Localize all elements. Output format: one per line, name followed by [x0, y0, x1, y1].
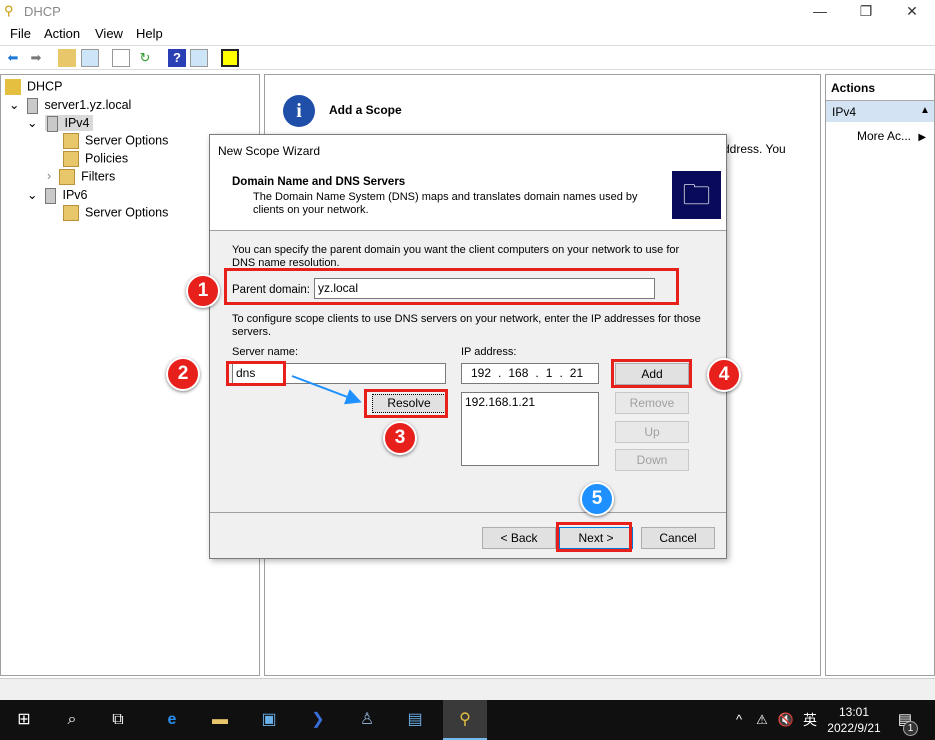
volume-muted-icon[interactable]: 🔇	[774, 708, 798, 732]
internet-explorer-icon[interactable]: e	[160, 708, 184, 732]
clock[interactable]: 13:01 2022/9/21	[822, 704, 886, 736]
step-badge-2: 2	[166, 357, 200, 391]
step-badge-1: 1	[186, 274, 220, 308]
clock-time: 13:01	[838, 705, 870, 719]
network-warning-icon[interactable]: ⚠	[750, 708, 774, 732]
annotation-arrow	[291, 375, 362, 405]
ime-indicator[interactable]: 英	[798, 708, 822, 732]
step-badge-4: 4	[707, 358, 741, 392]
dhcp-taskbar-icon[interactable]: ⚲	[443, 700, 487, 740]
network-tool-icon[interactable]: ♙	[355, 708, 379, 732]
start-windows-icon[interactable]: ⊞	[12, 708, 36, 732]
taskbar: ⊞ ⌕ ⧉ e ▬ ▣ ❯ ♙ ▤ ⚲ ^ ⚠ 🔇 英 13:01 2022/9…	[0, 700, 935, 740]
step-badge-3: 3	[383, 421, 417, 455]
search-icon[interactable]: ⌕	[60, 708, 84, 732]
show-hidden-icons-chevron[interactable]: ^	[727, 708, 751, 732]
admin-tools-icon[interactable]: ▤	[403, 708, 427, 732]
powershell-icon[interactable]: ❯	[306, 708, 330, 732]
task-view-icon[interactable]: ⧉	[106, 708, 130, 732]
server-manager-icon[interactable]: ▣	[257, 708, 281, 732]
step-badge-5: 5	[580, 482, 614, 516]
clock-date: 2022/9/21	[827, 721, 881, 735]
file-explorer-icon[interactable]: ▬	[208, 708, 232, 732]
notification-count-badge: 1	[903, 721, 918, 736]
